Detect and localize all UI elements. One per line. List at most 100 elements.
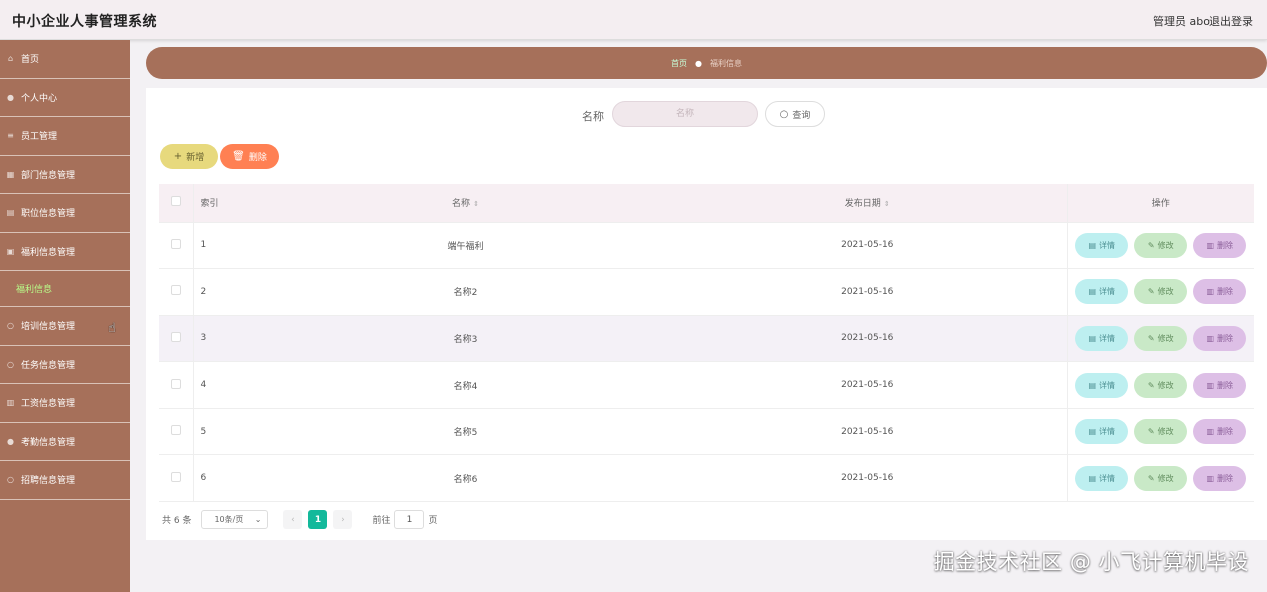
pencil-icon: ✎ <box>1147 287 1155 297</box>
column-header-name[interactable]: 名称 ⇕ <box>263 184 668 223</box>
prev-page-button[interactable]: ‹ <box>283 510 303 529</box>
add-button-label: 新增 <box>186 153 205 163</box>
row-actions: ▤ 详情 ✎ 修改 ▥ 删除 <box>1066 361 1254 409</box>
row-actions: ▤ 详情 ✎ 修改 ▥ 删除 <box>1066 454 1254 502</box>
pencil-icon: ✎ <box>1147 240 1155 250</box>
delete-button-label: 删除 <box>1217 287 1234 297</box>
row-actions: ▤ 详情 ✎ 修改 ▥ 删除 <box>1066 408 1254 455</box>
goto-page-input[interactable] <box>394 510 425 529</box>
sidebar-item-label: 工资信息管理 <box>21 399 76 410</box>
row-checkbox[interactable] <box>170 471 181 482</box>
page-size-select[interactable]: 10条/页 ⌄ <box>201 510 269 529</box>
search-button[interactable]: ○ 查询 <box>765 101 825 127</box>
row-checkbox[interactable] <box>170 378 181 389</box>
view-button-label: 详情 <box>1099 240 1116 250</box>
row-name: 名称6 <box>453 474 478 485</box>
chart-icon: ▥ <box>6 398 15 408</box>
edit-button[interactable]: ✎ 修改 <box>1134 465 1188 491</box>
column-header-name-label: 名称 <box>452 199 471 210</box>
edit-button[interactable]: ✎ 修改 <box>1134 325 1188 351</box>
plus-icon: + <box>173 151 183 162</box>
list-icon: ≡ <box>7 131 14 141</box>
sort-icon[interactable]: ⇕ <box>884 200 890 208</box>
breadcrumb-home[interactable]: 首页 <box>671 58 687 69</box>
pencil-icon: ✎ <box>1147 333 1155 343</box>
trash-icon: ▥ <box>1206 287 1215 297</box>
sidebar-item-benefits[interactable]: ▣ 福利信息管理 <box>0 233 130 271</box>
row-actions: ▤ 详情 ✎ 修改 ▥ 删除 <box>1066 222 1254 269</box>
column-header-date[interactable]: 发布日期 ⇕ <box>668 184 1067 223</box>
row-name: 名称4 <box>453 381 478 392</box>
sidebar-item-label: 培训信息管理 <box>21 322 76 333</box>
batch-delete-label: 删除 <box>248 153 267 163</box>
sidebar-item-label: 部门信息管理 <box>21 170 76 181</box>
delete-button-label: 删除 <box>1217 333 1234 343</box>
edit-button[interactable]: ✎ 修改 <box>1134 372 1188 398</box>
add-button[interactable]: + 新增 <box>160 144 218 169</box>
sidebar-item-home[interactable]: ⌂ 首页 <box>0 40 130 79</box>
delete-button-label: 删除 <box>1217 240 1234 250</box>
row-checkbox[interactable] <box>170 425 181 436</box>
content-panel: 名称 ○ 查询 + 新增 🗑 删除 索引 名称⇕ 发布日期⇕ 操作 1 端午福利 <box>146 88 1267 540</box>
sidebar-item-positions[interactable]: ▤ 职位信息管理 <box>0 194 130 233</box>
sidebar-item-label: 考勤信息管理 <box>21 437 76 448</box>
view-button[interactable]: ▤ 详情 <box>1075 325 1129 351</box>
delete-button[interactable]: ▥ 删除 <box>1193 465 1247 491</box>
view-button[interactable]: ▤ 详情 <box>1075 465 1129 491</box>
delete-button[interactable]: ▥ 删除 <box>1193 325 1247 351</box>
row-checkbox[interactable] <box>170 238 181 249</box>
sidebar-item-label: 职位信息管理 <box>21 209 76 220</box>
sidebar-item-recruitment[interactable]: ○ 招聘信息管理 <box>0 461 130 500</box>
search-label: 名称 <box>582 110 604 123</box>
sort-icon[interactable]: ⇕ <box>473 200 479 208</box>
delete-button[interactable]: ▥ 删除 <box>1193 372 1247 398</box>
delete-button[interactable]: ▥ 删除 <box>1193 232 1247 258</box>
search-input[interactable] <box>612 101 758 127</box>
next-page-button[interactable]: › <box>333 510 353 529</box>
view-button[interactable]: ▤ 详情 <box>1075 279 1129 305</box>
column-header-ops: 操作 <box>1066 184 1254 223</box>
select-all-checkbox[interactable] <box>170 196 181 207</box>
row-name: 端午福利 <box>447 241 484 252</box>
sidebar-item-departments[interactable]: ▦ 部门信息管理 <box>0 156 130 194</box>
edit-button-label: 修改 <box>1157 473 1174 483</box>
row-index: 3 <box>200 333 207 344</box>
batch-delete-button[interactable]: 🗑 删除 <box>220 144 279 169</box>
sidebar-item-salary[interactable]: ▥ 工资信息管理 <box>0 384 130 423</box>
edit-button[interactable]: ✎ 修改 <box>1134 232 1188 258</box>
row-select-cell <box>159 361 194 409</box>
home-icon: ⌂ <box>7 54 14 64</box>
page-size-value: 10条/页 <box>214 515 244 524</box>
grid-icon: ▦ <box>6 169 15 179</box>
sidebar-item-label: 任务信息管理 <box>21 360 76 371</box>
row-date: 2021-05-16 <box>841 426 894 437</box>
row-checkbox[interactable] <box>170 285 181 296</box>
document-icon: ▤ <box>1088 240 1097 250</box>
view-button[interactable]: ▤ 详情 <box>1075 419 1129 445</box>
edit-button[interactable]: ✎ 修改 <box>1134 419 1188 445</box>
row-index: 4 <box>200 380 207 391</box>
edit-button-label: 修改 <box>1157 380 1174 390</box>
table-row: 5 名称5 2021-05-16 ▤ 详情 ✎ 修改 ▥ 删除 <box>159 408 1254 455</box>
document-icon: ▤ <box>1088 380 1097 390</box>
sidebar-item-employees[interactable]: ≡ 员工管理 <box>0 117 130 156</box>
edit-button-label: 修改 <box>1157 287 1174 297</box>
page-number-button[interactable]: 1 <box>308 510 328 529</box>
row-checkbox[interactable] <box>170 331 181 342</box>
logout-link[interactable]: 退出登录 <box>1209 13 1253 29</box>
trash-icon: ▥ <box>1206 333 1215 343</box>
delete-button[interactable]: ▥ 删除 <box>1193 419 1247 445</box>
edit-button-label: 修改 <box>1157 427 1174 437</box>
view-button[interactable]: ▤ 详情 <box>1075 232 1129 258</box>
sidebar-subitem-benefit-info[interactable]: 福利信息 <box>0 271 130 307</box>
delete-button[interactable]: ▥ 删除 <box>1193 279 1247 305</box>
table-row: 6 名称6 2021-05-16 ▤ 详情 ✎ 修改 ▥ 删除 <box>159 454 1254 502</box>
table-header-row: 索引 名称 ⇕ 发布日期 ⇕ 操作 <box>159 184 1254 223</box>
view-button[interactable]: ▤ 详情 <box>1075 372 1129 398</box>
trash-icon: ▥ <box>1206 473 1215 483</box>
edit-button[interactable]: ✎ 修改 <box>1134 279 1188 305</box>
sidebar-item-profile[interactable]: ● 个人中心 <box>0 79 130 117</box>
sidebar-item-attendance[interactable]: ● 考勤信息管理 <box>0 423 130 461</box>
task-icon: ○ <box>7 359 14 369</box>
sidebar-item-tasks[interactable]: ○ 任务信息管理 <box>0 346 130 384</box>
